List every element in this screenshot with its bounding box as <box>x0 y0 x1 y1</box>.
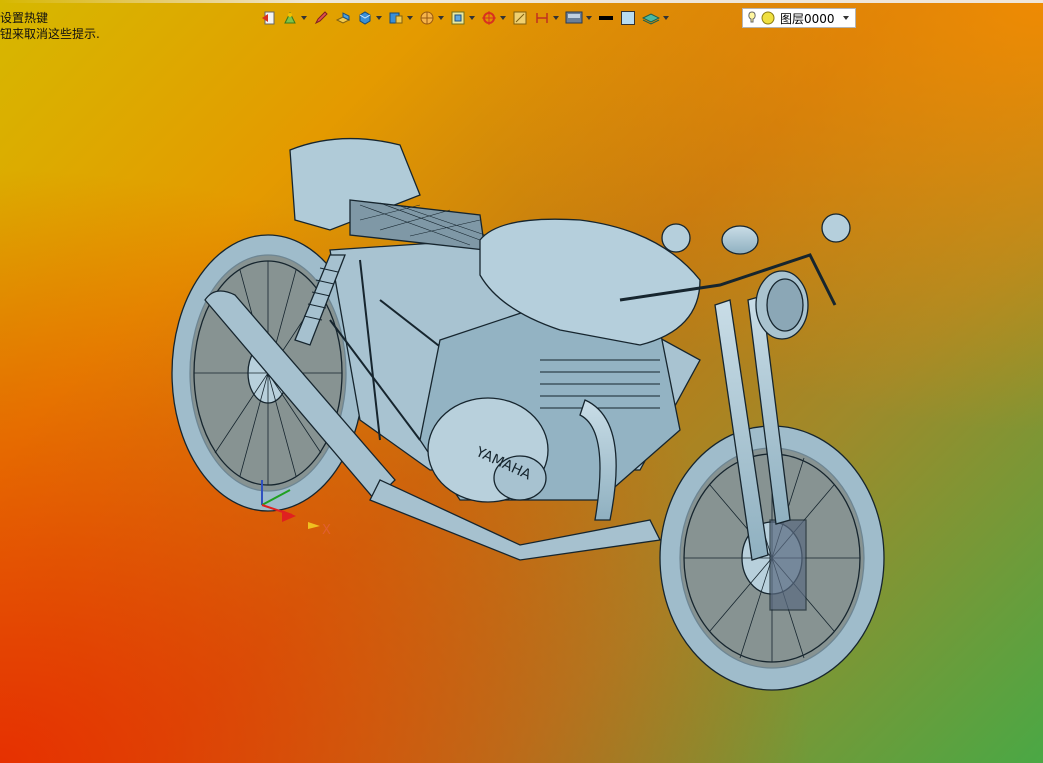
axis-x-label: X <box>322 523 331 538</box>
seat <box>289 137 486 251</box>
motorcycle-3d-model[interactable]: YAMAHA X <box>0 0 1043 763</box>
